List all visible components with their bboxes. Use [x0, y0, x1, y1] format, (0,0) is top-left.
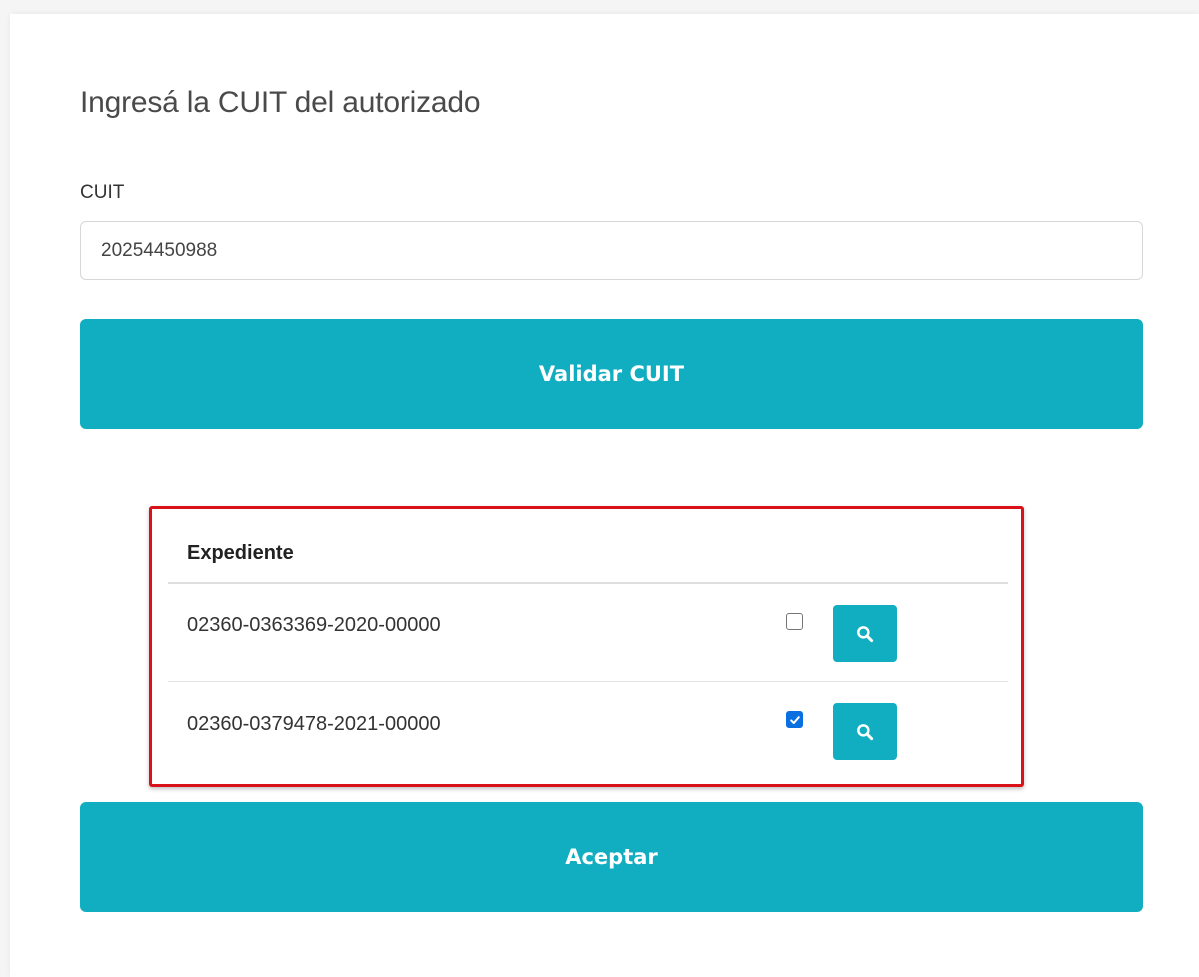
cuit-input[interactable]	[80, 221, 1143, 280]
view-expediente-button[interactable]	[833, 605, 897, 662]
view-expediente-button[interactable]	[833, 703, 897, 760]
table-row: 02360-0363369-2020-00000	[168, 584, 1008, 682]
table-header-expediente: Expediente	[168, 524, 1008, 584]
accept-button[interactable]: Aceptar	[80, 802, 1143, 912]
validate-cuit-button[interactable]: Validar CUIT	[80, 319, 1143, 429]
expedientes-table: Expediente 02360-0363369-2020-00000 0236…	[168, 524, 1008, 780]
row-checkbox[interactable]	[786, 711, 803, 728]
table-row: 02360-0379478-2021-00000	[168, 682, 1008, 780]
page-title: Ingresá la CUIT del autorizado	[80, 86, 481, 119]
search-icon	[857, 625, 874, 642]
cuit-label: CUIT	[80, 182, 125, 203]
search-icon	[857, 723, 874, 740]
row-checkbox[interactable]	[786, 613, 803, 630]
checkmark-icon	[789, 715, 800, 724]
